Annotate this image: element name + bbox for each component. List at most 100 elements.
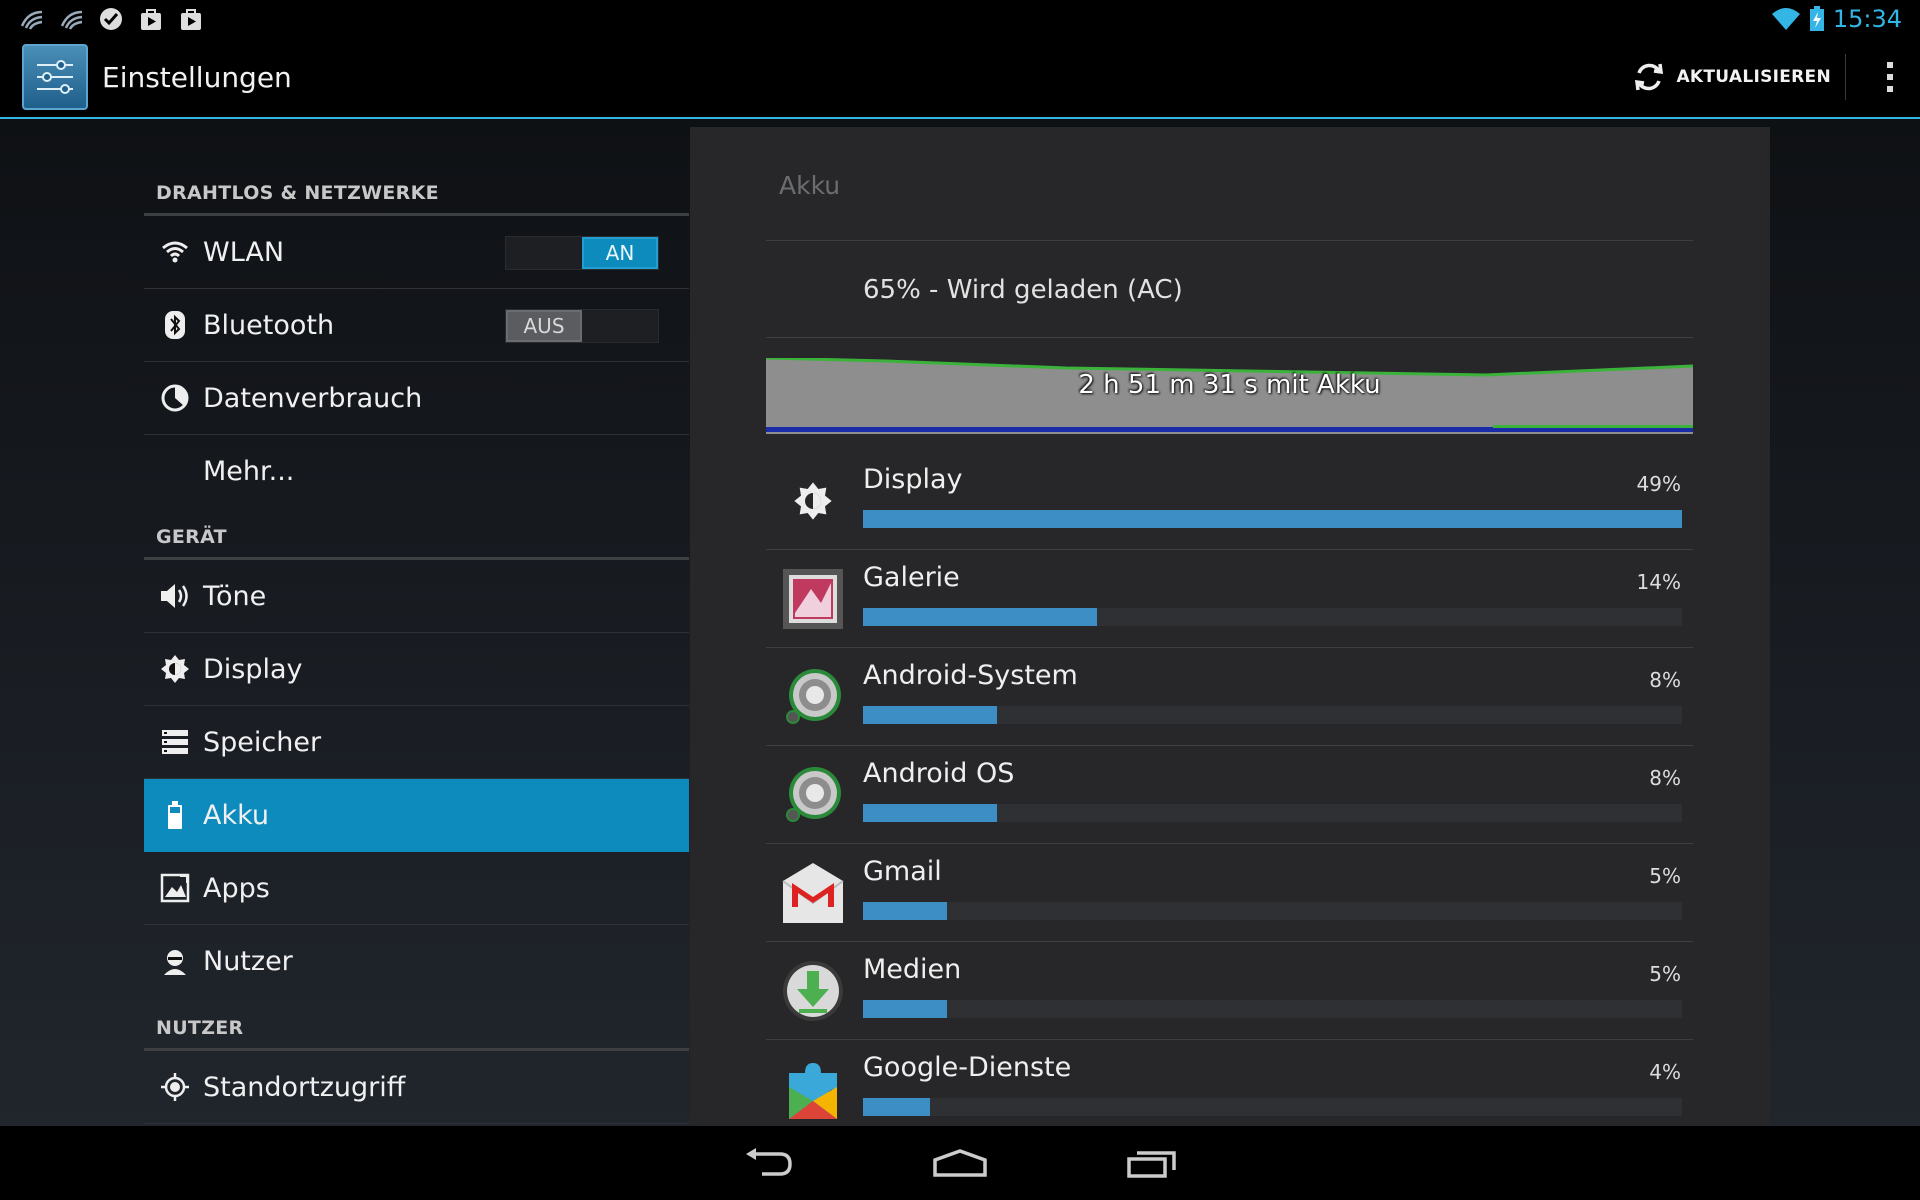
wifi-icon bbox=[1771, 7, 1800, 30]
media-download-icon bbox=[780, 958, 846, 1024]
recents-icon bbox=[1127, 1151, 1176, 1178]
antenna-icon[interactable] bbox=[58, 6, 84, 32]
usage-row[interactable]: Display 49% bbox=[766, 452, 1693, 550]
usage-bar-track bbox=[863, 1098, 1682, 1116]
sidebar-item-location[interactable]: Standortzugriff bbox=[144, 1051, 689, 1124]
usage-app-name: Android OS bbox=[863, 758, 1015, 789]
actionbar-divider bbox=[1845, 54, 1846, 100]
refresh-icon bbox=[1635, 63, 1664, 91]
google-services-icon bbox=[780, 1056, 846, 1122]
usage-bar-track bbox=[863, 706, 1682, 724]
usage-app-name: Galerie bbox=[863, 562, 960, 593]
usage-bar-fill bbox=[863, 1000, 947, 1018]
battery-status[interactable]: 65% - Wird geladen (AC) bbox=[863, 275, 1183, 305]
sidebar-item-label: Standortzugriff bbox=[203, 1071, 406, 1103]
sidebar-item-label: Nutzer bbox=[203, 946, 293, 977]
usage-row[interactable]: Galerie 14% bbox=[766, 550, 1693, 648]
sidebar-item-label: Speicher bbox=[203, 726, 322, 758]
battery-panel: Akku 65% - Wird geladen (AC) 2 h 51 m 31… bbox=[690, 127, 1770, 1125]
sidebar-item-label: Akku bbox=[203, 799, 270, 831]
page-title: Einstellungen bbox=[102, 60, 292, 94]
sidebar-item-wlan[interactable]: WLAN AN bbox=[144, 216, 689, 289]
action-bar: Einstellungen AKTUALISIEREN bbox=[0, 37, 1920, 119]
back-button[interactable] bbox=[728, 1138, 808, 1188]
sidebar-item-apps[interactable]: Apps bbox=[144, 852, 689, 925]
android-system-icon bbox=[780, 664, 846, 730]
sidebar-item-users[interactable]: Nutzer bbox=[144, 925, 689, 998]
sidebar-item-label: Mehr... bbox=[203, 456, 295, 487]
toggle-track bbox=[506, 237, 582, 269]
settings-list: DRAHTLOS & NETZWERKE WLAN AN Bluetooth A… bbox=[144, 121, 689, 1126]
usage-percent: 8% bbox=[1649, 766, 1681, 790]
settings-app-icon[interactable] bbox=[22, 44, 88, 110]
usage-app-name: Medien bbox=[863, 954, 962, 985]
usage-row[interactable]: Medien 5% bbox=[766, 942, 1693, 1040]
sidebar-item-label: Apps bbox=[203, 872, 270, 904]
sidebar-item-storage[interactable]: Speicher bbox=[144, 706, 689, 779]
usage-app-name: Display bbox=[863, 464, 963, 495]
android-os-icon bbox=[780, 762, 846, 828]
usage-bar-fill bbox=[863, 804, 997, 822]
usage-percent: 5% bbox=[1649, 962, 1681, 986]
overflow-menu-icon bbox=[1887, 62, 1893, 92]
sidebar-item-label: Display bbox=[203, 653, 303, 685]
user-icon bbox=[158, 945, 192, 979]
sidebar-item-sounds[interactable]: Töne bbox=[144, 560, 689, 633]
usage-bar-fill bbox=[863, 706, 997, 724]
usage-row[interactable]: Gmail 5% bbox=[766, 844, 1693, 942]
battery-icon bbox=[158, 798, 192, 832]
clock: 15:34 bbox=[1832, 4, 1902, 33]
toggle-off-label: AUS bbox=[506, 310, 583, 342]
usage-percent: 49% bbox=[1636, 472, 1681, 496]
wifi-icon bbox=[158, 235, 192, 269]
battery-history-graph[interactable]: 2 h 51 m 31 s mit Akku bbox=[766, 358, 1693, 434]
graph-label: 2 h 51 m 31 s mit Akku bbox=[1078, 370, 1381, 400]
check-circle-icon[interactable] bbox=[98, 6, 124, 32]
recents-button[interactable] bbox=[1112, 1138, 1192, 1188]
antenna-icon[interactable] bbox=[18, 6, 44, 32]
speaker-icon bbox=[158, 579, 192, 613]
home-icon bbox=[933, 1149, 987, 1177]
sidebar-item-more[interactable]: Mehr... bbox=[144, 435, 689, 508]
brightness-icon bbox=[158, 652, 192, 686]
usage-percent: 8% bbox=[1649, 668, 1681, 692]
usage-bar-track bbox=[863, 1000, 1682, 1018]
usage-app-name: Google-Dienste bbox=[863, 1052, 1072, 1083]
back-icon bbox=[746, 1148, 792, 1176]
sidebar-item-battery[interactable]: Akku bbox=[144, 779, 689, 852]
battery-charging-icon bbox=[1809, 5, 1824, 31]
bluetooth-toggle[interactable]: AUS bbox=[505, 309, 659, 343]
usage-bar-fill bbox=[863, 510, 1682, 528]
play-store-bag-icon[interactable] bbox=[178, 6, 204, 32]
usage-row[interactable]: Google-Dienste 4% bbox=[766, 1040, 1693, 1125]
gallery-icon bbox=[780, 566, 846, 632]
usage-app-name: Android-System bbox=[863, 660, 1078, 691]
navigation-bar bbox=[0, 1126, 1920, 1200]
sidebar-item-label: Töne bbox=[203, 580, 267, 612]
usage-row[interactable]: Android-System 8% bbox=[766, 648, 1693, 746]
usage-bar-fill bbox=[863, 902, 947, 920]
storage-icon bbox=[158, 725, 192, 759]
wlan-toggle[interactable]: AN bbox=[505, 236, 659, 270]
sidebar-item-display[interactable]: Display bbox=[144, 633, 689, 706]
sidebar-item-label: Datenverbrauch bbox=[203, 382, 423, 414]
overflow-menu-button[interactable] bbox=[1860, 37, 1920, 117]
sidebar-item-bluetooth[interactable]: Bluetooth AUS bbox=[144, 289, 689, 362]
usage-bar-fill bbox=[863, 1098, 930, 1116]
home-button[interactable] bbox=[920, 1138, 1000, 1188]
refresh-label: AKTUALISIEREN bbox=[1676, 67, 1831, 87]
blank-icon-slot bbox=[158, 455, 192, 489]
brightness-icon bbox=[780, 468, 846, 534]
panel-divider bbox=[766, 337, 1693, 338]
sidebar-item-label: WLAN bbox=[203, 236, 285, 268]
apps-icon bbox=[158, 871, 192, 905]
section-header-user: NUTZER bbox=[156, 1017, 244, 1039]
usage-bar-track bbox=[863, 902, 1682, 920]
play-store-bag-icon[interactable] bbox=[138, 6, 164, 32]
refresh-button[interactable]: AKTUALISIEREN bbox=[1618, 37, 1845, 117]
sidebar-item-label: Bluetooth bbox=[203, 309, 335, 341]
usage-row[interactable]: Android OS 8% bbox=[766, 746, 1693, 844]
usage-percent: 5% bbox=[1649, 864, 1681, 888]
status-bar: 15:34 bbox=[0, 0, 1920, 37]
sidebar-item-data-usage[interactable]: Datenverbrauch bbox=[144, 362, 689, 435]
